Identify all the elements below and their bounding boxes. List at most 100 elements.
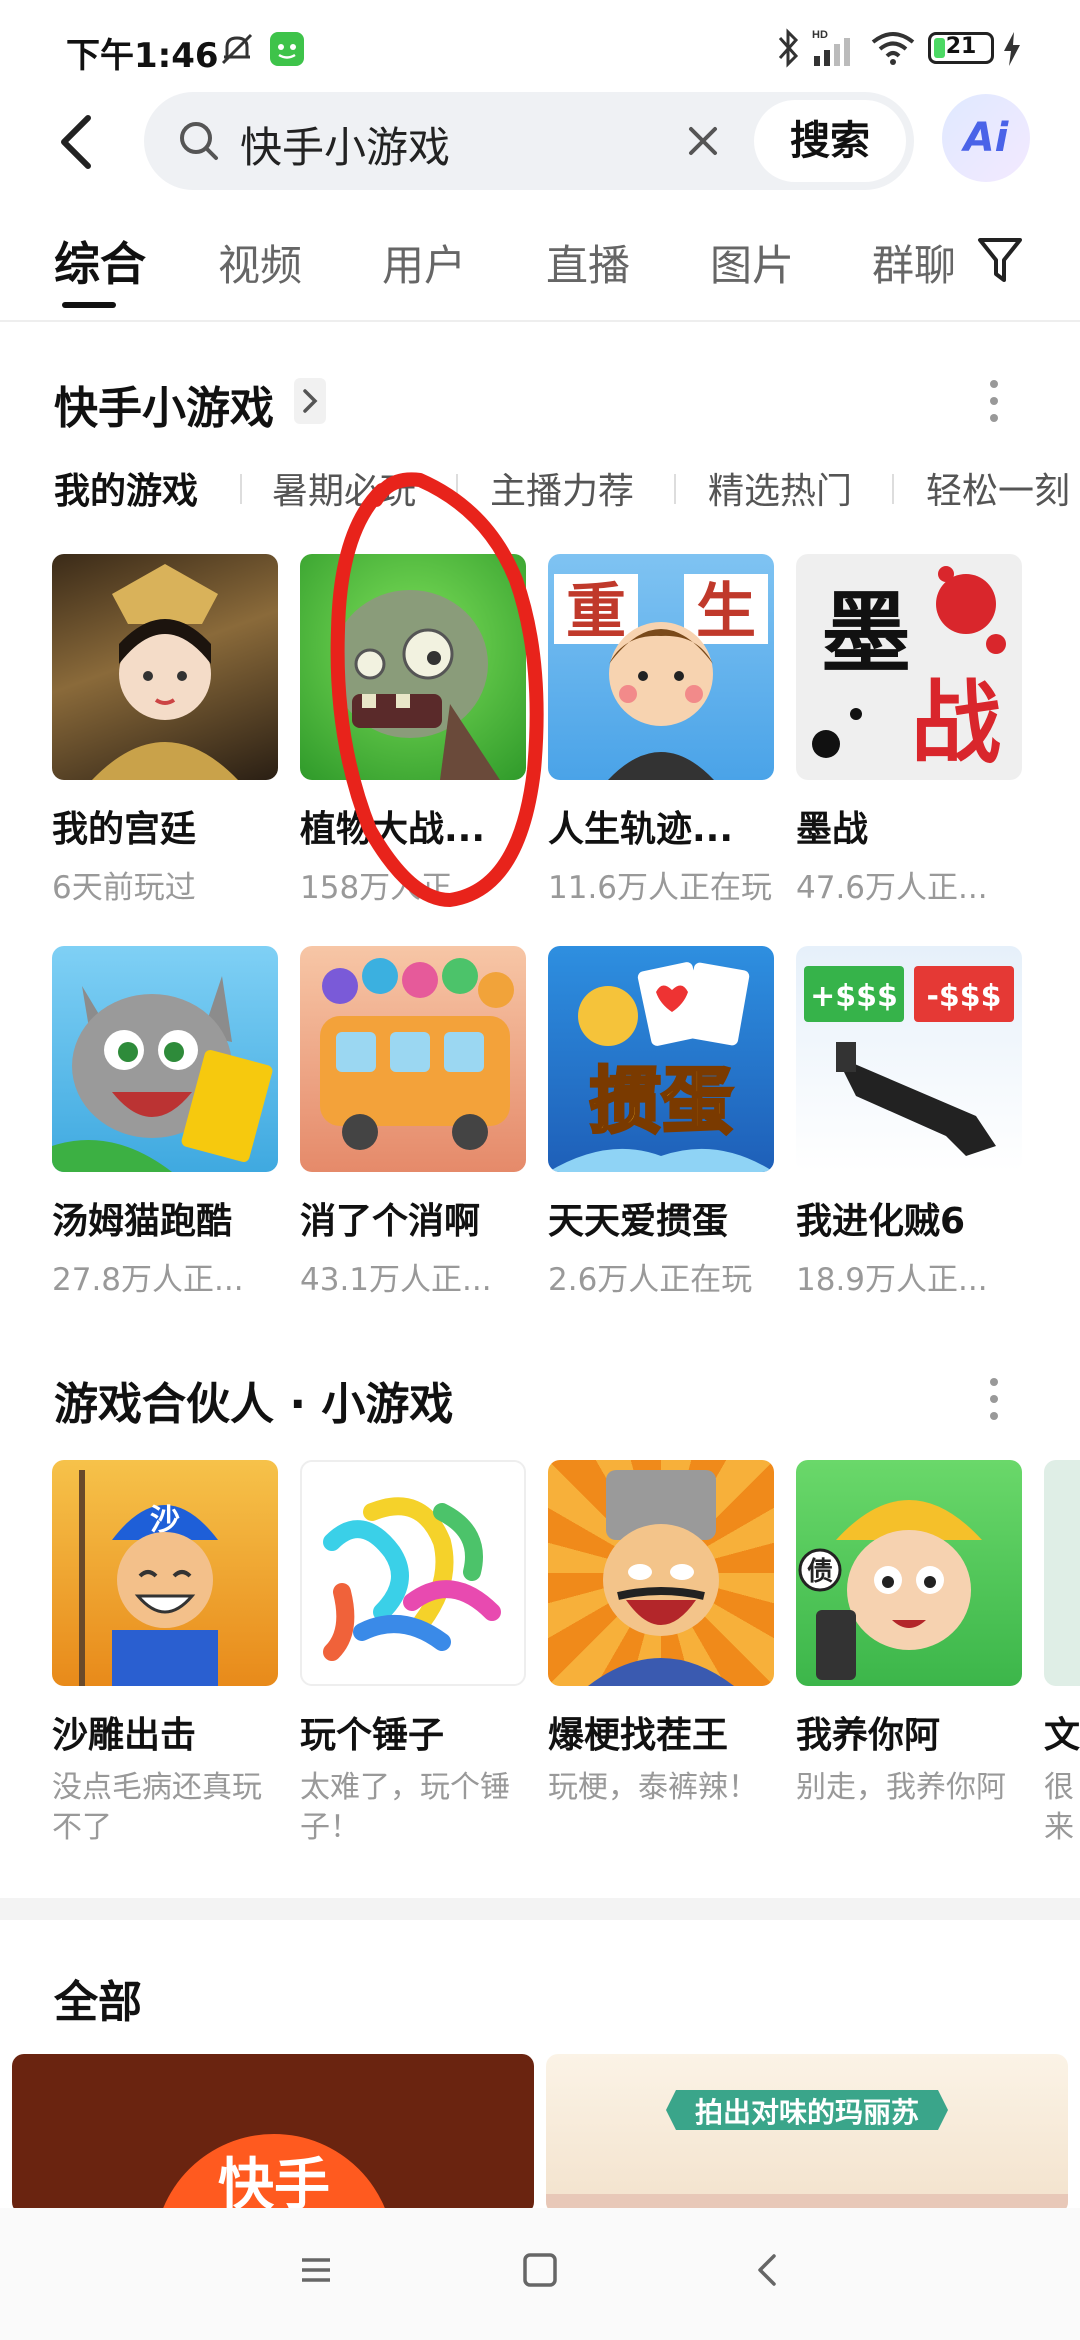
battery-indicator: 21 [928, 32, 994, 64]
search-icon [180, 122, 218, 160]
ai-assistant-button[interactable]: Ai [942, 94, 1030, 182]
game-tile[interactable]: 汤姆猫跑酷 27.8万人正... [52, 946, 278, 1299]
game-players: 11.6万人正在玩 [548, 870, 773, 906]
svg-text:HD: HD [812, 29, 828, 41]
game-tile[interactable]: 消了个消啊 43.1万人正... [300, 946, 526, 1299]
tile-art-text: 生 [696, 577, 756, 647]
game-icon-guandan: 掼蛋 [548, 946, 774, 1172]
result-tabs: 综合 视频 用户 直播 图片 群聊 [0, 222, 1080, 322]
game-icon-bus-match [300, 946, 526, 1172]
search-box[interactable]: 快手小游戏 搜索 [144, 92, 914, 190]
tile-art-text: +$$$ [810, 979, 898, 1014]
search-button[interactable]: 搜索 [754, 100, 906, 182]
signal-icon: HD [812, 29, 850, 66]
tile-art-text: 掼蛋 [589, 1059, 733, 1143]
tab-live[interactable]: 直播 [546, 232, 630, 293]
game-tile[interactable]: 重 生 人生轨迹... 11.6万人正在玩 [548, 554, 774, 907]
video-card[interactable]: 快手 [12, 2054, 534, 2214]
game-icon-ink-war: 墨 战 [796, 554, 1022, 780]
section-game-partner-title[interactable]: 游戏合伙人 · 小游戏 [54, 1368, 453, 1432]
back-arrow-icon[interactable] [52, 112, 108, 172]
video-card[interactable]: 拍出对味的玛丽苏 [546, 2054, 1068, 2214]
tab-comprehensive[interactable]: 综合 [54, 228, 146, 294]
game-players: 18.9万人正... [796, 1262, 988, 1298]
more-options-icon[interactable] [990, 1378, 1000, 1429]
game-icon-life-trajectory: 重 生 [548, 554, 774, 780]
tab-group-chat[interactable]: 群聊 [872, 232, 956, 293]
battery-text: 21 [945, 34, 977, 59]
game-tile[interactable]: 债 我养你阿 别走，我养你阿 [796, 1460, 1022, 1808]
tile-art-text: 战 [911, 670, 1001, 776]
game-tile[interactable]: 爆梗找茬王 玩梗，泰裤辣！ [548, 1460, 774, 1808]
game-description: 很来 [1044, 1770, 1074, 1845]
game-name: 文 [1044, 1715, 1080, 1756]
game-icon-tom-cat [52, 946, 278, 1172]
search-input[interactable]: 快手小游戏 [240, 114, 450, 175]
divider [240, 474, 242, 504]
tab-underline [62, 302, 116, 308]
card-logo-text: 快手 [218, 2153, 330, 2214]
section-divider [0, 1898, 1080, 1920]
game-tile[interactable]: +$$$ -$$$ 我进化贼6 18.9万人正... [796, 946, 1022, 1299]
game-tile[interactable]: 墨 战 墨战 47.6万人正... [796, 554, 1022, 907]
game-tile-partial[interactable]: 文 很来 [1044, 1460, 1080, 1848]
subcat-casual[interactable]: 轻松一刻 [926, 462, 1070, 514]
game-icon-palace [52, 554, 278, 780]
game-tile[interactable]: 沙 沙雕出击 没点毛病还真玩不了 [52, 1460, 278, 1848]
game-players: 2.6万人正在玩 [548, 1262, 753, 1298]
game-name: 爆梗找茬王 [548, 1715, 729, 1756]
home-icon[interactable] [520, 2250, 560, 2290]
game-description: 太难了，玩个锤子！ [300, 1770, 510, 1845]
status-time: 下午1:46 [66, 36, 219, 76]
bluetooth-icon [778, 28, 799, 68]
game-icon-sand-sculpture: 沙 [52, 1460, 278, 1686]
game-tile[interactable]: 掼蛋 天天爱掼蛋 2.6万人正在玩 [548, 946, 774, 1299]
mute-bell-icon [221, 33, 253, 65]
game-name: 我的宫廷 [52, 809, 197, 850]
game-players: 47.6万人正... [796, 870, 988, 906]
tab-video[interactable]: 视频 [218, 232, 302, 293]
game-name: 我进化贼6 [796, 1201, 966, 1242]
filter-icon[interactable] [976, 234, 1024, 286]
game-icon-hammer [300, 1460, 526, 1686]
game-name: 人生轨迹... [548, 809, 734, 850]
game-name: 天天爱掼蛋 [548, 1201, 729, 1242]
game-description: 别走，我养你阿 [796, 1770, 1006, 1805]
system-navigation-bar [0, 2208, 1080, 2340]
game-name: 墨战 [796, 809, 869, 850]
menu-icon[interactable] [296, 2250, 336, 2290]
game-description: 玩梗，泰裤辣！ [548, 1770, 758, 1805]
chevron-right-icon[interactable] [294, 378, 326, 424]
app-notification-icon [270, 32, 304, 66]
divider [674, 474, 676, 504]
game-name: 汤姆猫跑酷 [52, 1201, 233, 1242]
clear-icon[interactable] [680, 118, 726, 164]
red-annotation-circle [330, 472, 544, 907]
game-tile[interactable]: 我的宫廷 6天前玩过 [52, 554, 278, 907]
status-bar: 下午1:46 HD 21 [0, 0, 1080, 90]
game-players: 27.8万人正... [52, 1262, 244, 1298]
subcat-my-games[interactable]: 我的游戏 [54, 462, 198, 514]
more-options-icon[interactable] [990, 380, 1000, 431]
game-description: 没点毛病还真玩不了 [52, 1770, 262, 1845]
game-name: 我养你阿 [796, 1715, 941, 1756]
section-all-title: 全部 [54, 1977, 142, 2028]
tab-images[interactable]: 图片 [710, 232, 794, 293]
back-icon[interactable] [748, 2250, 788, 2290]
section-kuaishou-games-title[interactable]: 快手小游戏 [54, 372, 274, 436]
game-name: 沙雕出击 [52, 1715, 197, 1756]
game-icon-partial [1044, 1460, 1080, 1686]
game-name: 消了个消啊 [300, 1201, 481, 1242]
game-name: 玩个锤子 [300, 1715, 445, 1756]
card-banner-text: 拍出对味的玛丽苏 [695, 2096, 919, 2129]
game-players: 43.1万人正... [300, 1262, 492, 1298]
tab-users[interactable]: 用户 [382, 232, 466, 293]
game-icon-meme-finder [548, 1460, 774, 1686]
charging-icon [1004, 32, 1020, 66]
tile-art-text: -$$$ [926, 979, 1001, 1014]
tile-art-text: 重 [566, 577, 626, 647]
game-icon-evolve-thief: +$$$ -$$$ [796, 946, 1022, 1172]
game-players: 6天前玩过 [52, 870, 196, 906]
subcat-hot[interactable]: 精选热门 [708, 462, 852, 514]
game-tile[interactable]: 玩个锤子 太难了，玩个锤子！ [300, 1460, 526, 1848]
